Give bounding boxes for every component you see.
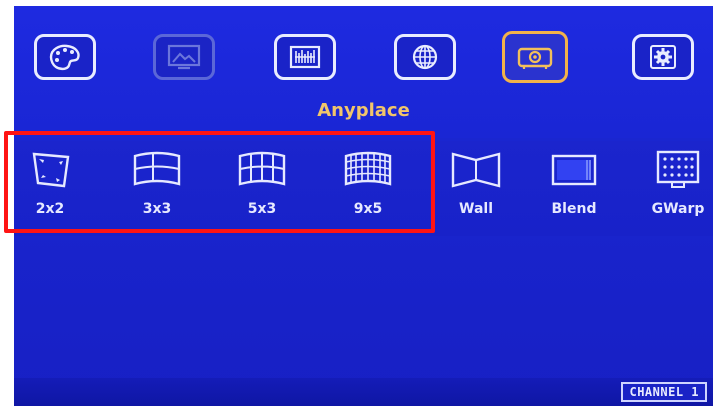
mode-blend[interactable]: Blend — [538, 146, 610, 217]
gear-icon — [643, 42, 683, 72]
status-bar: CHANNEL 1 — [14, 378, 713, 406]
equalizer-icon — [285, 42, 325, 72]
palette-icon — [45, 42, 85, 72]
toolbar-item-picture[interactable] — [153, 34, 215, 80]
mode-wall[interactable]: Wall — [440, 146, 512, 217]
toolbar-item-audio[interactable] — [274, 34, 336, 80]
highlight-annotation — [4, 131, 435, 233]
mode-label: Wall — [459, 201, 493, 217]
projector-icon — [513, 40, 557, 74]
globe-icon — [405, 42, 445, 72]
toolbar-item-color[interactable] — [34, 34, 96, 80]
toolbar: Anyplace — [14, 6, 713, 138]
mode-label: GWarp — [651, 201, 705, 217]
toolbar-item-settings[interactable] — [632, 34, 694, 80]
picture-settings-icon — [164, 42, 204, 72]
toolbar-item-network[interactable] — [394, 34, 456, 80]
grid-warp-icon — [642, 146, 713, 194]
wall-icon — [440, 146, 512, 194]
mode-gwarp[interactable]: GWarp — [642, 146, 713, 217]
toolbar-item-projector[interactable] — [502, 31, 568, 83]
channel-indicator: CHANNEL 1 — [621, 382, 707, 402]
blend-icon — [538, 146, 610, 194]
section-title: Anyplace — [317, 100, 410, 121]
mode-label: Blend — [551, 201, 597, 217]
